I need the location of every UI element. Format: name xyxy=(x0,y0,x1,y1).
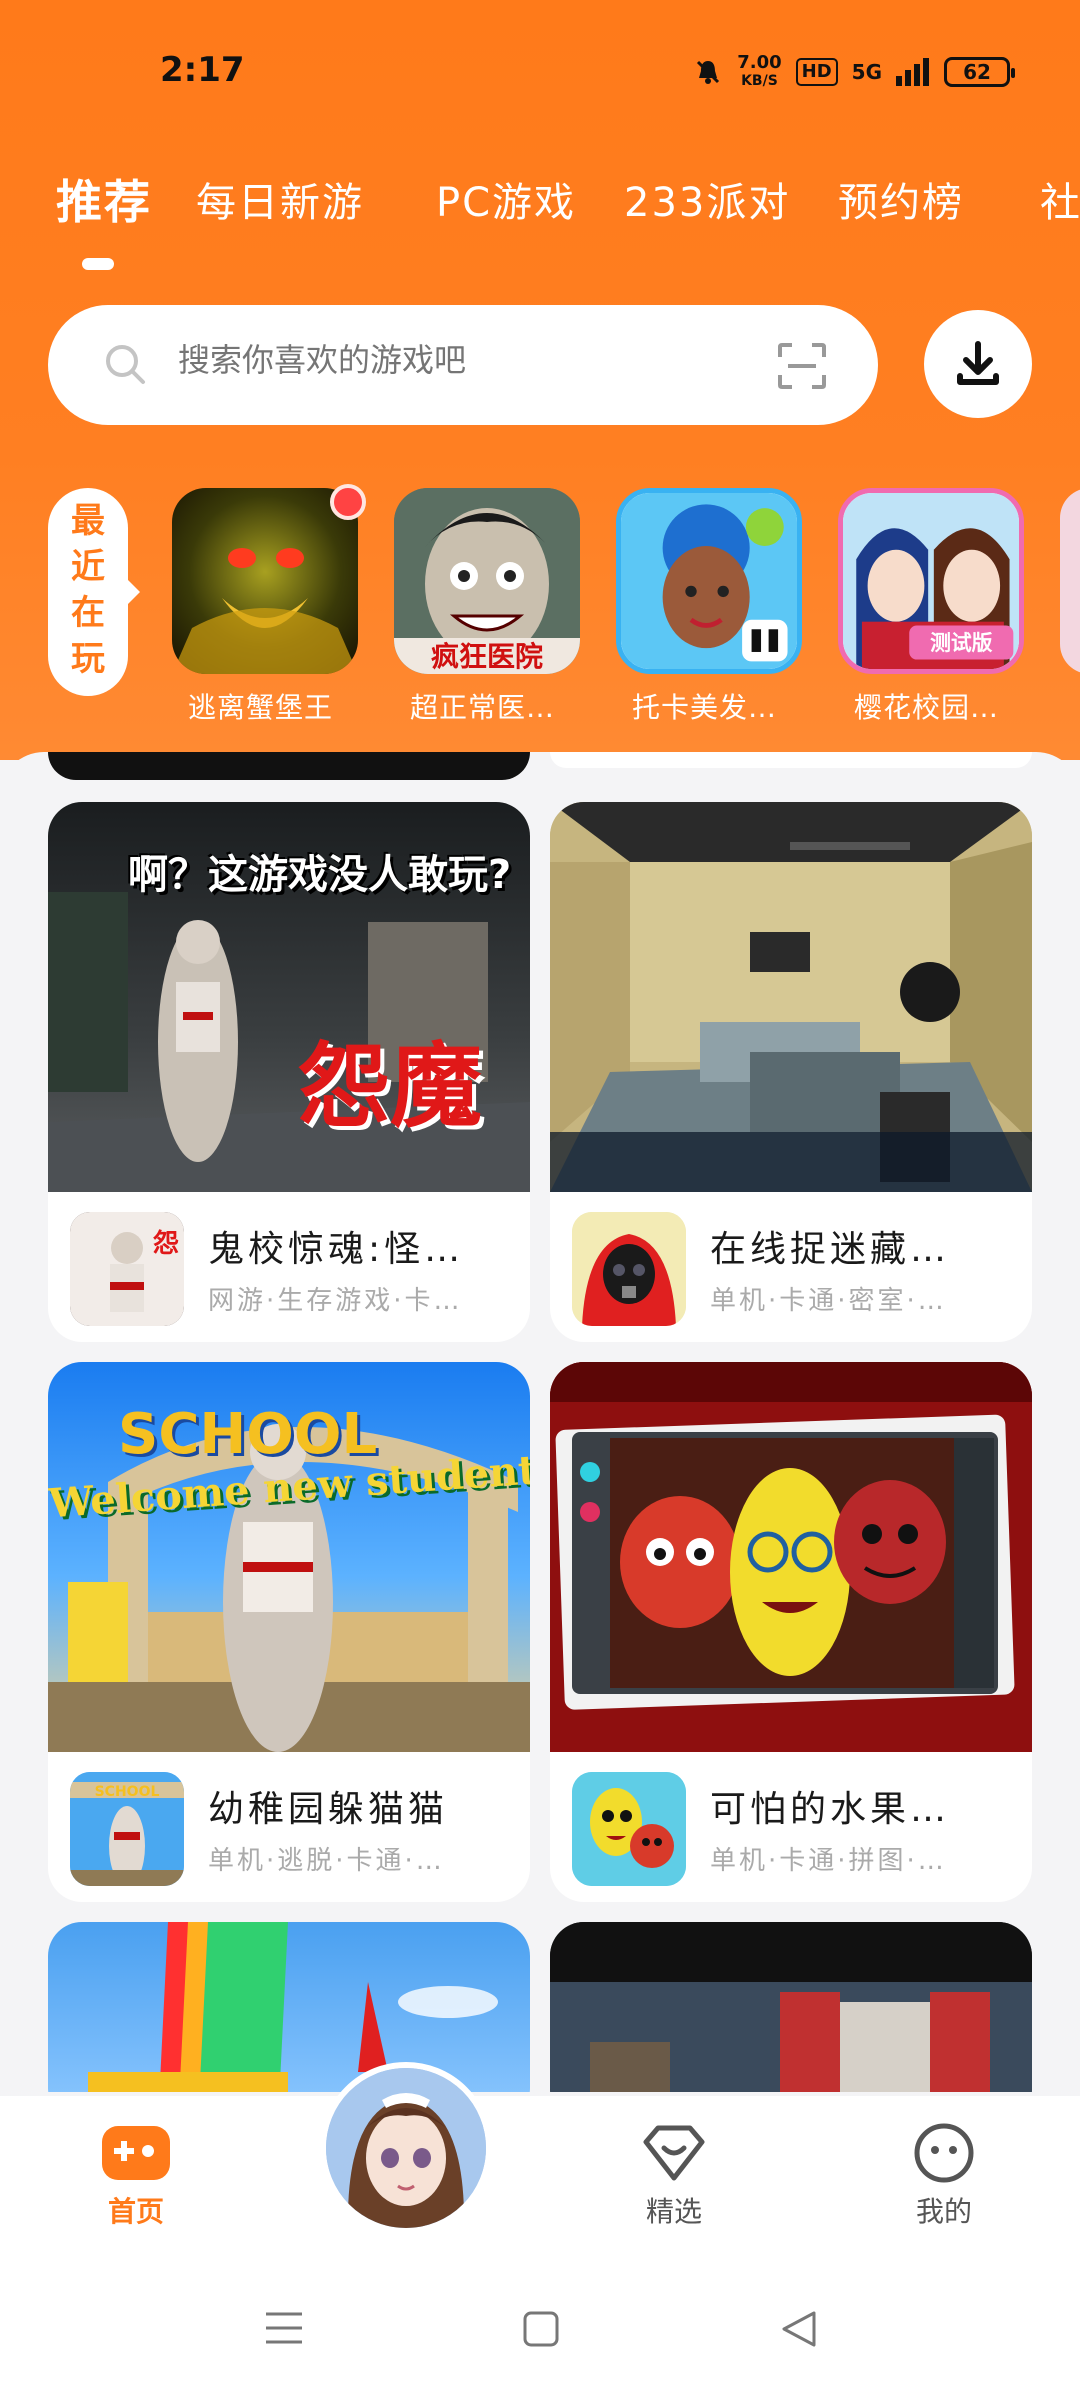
game-cover-image: 啊？这游戏没人敢玩? 怨魔 xyxy=(48,802,530,1192)
tab-indicator xyxy=(82,258,114,270)
tab-community[interactable]: 社 xyxy=(1040,170,1080,228)
signal-label: 5G xyxy=(851,60,882,84)
game-title: 幼稚园躲猫猫 xyxy=(208,1789,449,1830)
svg-text:测试版: 测试版 xyxy=(930,631,993,655)
recent-game[interactable]: 逃离蟹堡王 xyxy=(172,488,362,726)
new-badge-dot xyxy=(330,484,366,520)
game-cover-image xyxy=(48,1922,530,2092)
svg-text:疯狂医院: 疯狂医院 xyxy=(431,640,543,673)
game-icon xyxy=(572,1772,686,1886)
svg-text:怨: 怨 xyxy=(153,1229,179,1259)
tab-pc-games[interactable]: PC游戏 xyxy=(436,170,576,228)
tab-daily-new[interactable]: 每日新游 xyxy=(196,170,364,228)
game-cover-image xyxy=(550,1362,1032,1752)
download-button[interactable] xyxy=(924,310,1032,418)
game-thumbnail: 测试版 xyxy=(838,488,1024,674)
game-title: 在线捉迷藏… xyxy=(710,1229,951,1270)
game-tags: 单机·卡通·拼图·… xyxy=(710,1846,947,1876)
heart-diamond-icon xyxy=(643,2125,705,2181)
hd-badge: HD xyxy=(795,58,838,86)
home-square-icon[interactable] xyxy=(522,2310,560,2348)
search-icon xyxy=(106,345,145,384)
nav-featured-label: 精选 xyxy=(645,2195,702,2228)
search-input[interactable] xyxy=(178,341,698,379)
download-icon xyxy=(957,341,999,385)
status-time: 2:17 xyxy=(160,50,245,90)
system-navigation xyxy=(0,2256,1080,2400)
game-cover-image xyxy=(550,802,1032,1192)
status-bar: 2:17 7.00 KB/S HD 5G 62 xyxy=(0,40,1080,100)
game-icon xyxy=(572,1212,686,1326)
game-card[interactable]: 在线捉迷藏… 单机·卡通·密室·… xyxy=(550,802,1032,1342)
game-title: 可怕的水果… xyxy=(710,1789,951,1830)
nav-featured[interactable]: 精选 xyxy=(604,2122,744,2230)
back-triangle-icon[interactable] xyxy=(780,2310,818,2348)
recent-game-name: 逃离蟹堡王 xyxy=(188,691,334,724)
game-tags: 单机·卡通·密室·… xyxy=(710,1286,947,1316)
game-tags: 单机·逃脱·卡通·… xyxy=(208,1846,445,1876)
game-cover-image xyxy=(550,1922,1032,2092)
scan-icon[interactable] xyxy=(776,341,828,391)
svg-text:SCHOOL: SCHOOL xyxy=(95,1784,160,1800)
game-feed: 啊？这游戏没人敢玩? 怨魔 怨 鬼校惊魂:怪… 网游·生存游戏·卡… 在线捉迷藏… xyxy=(0,752,1080,2092)
game-thumbnail xyxy=(616,488,802,674)
nav-home[interactable]: 首页 xyxy=(66,2122,206,2230)
search-bar[interactable] xyxy=(48,305,878,425)
game-card[interactable] xyxy=(550,1922,1032,2092)
game-card[interactable]: SCHOOL Welcome new students! SCHOOL 幼稚园躲… xyxy=(48,1362,530,1902)
previous-card-edge xyxy=(550,752,1032,768)
game-icon: SCHOOL xyxy=(70,1772,184,1886)
nav-mine[interactable]: 我的 xyxy=(874,2122,1014,2230)
menu-icon[interactable] xyxy=(264,2310,304,2346)
profile-face-icon xyxy=(914,2123,974,2183)
cover-caption: 啊？这游戏没人敢玩? xyxy=(128,852,512,898)
recent-game[interactable]: 测试版 樱花校园… xyxy=(838,488,1028,726)
game-tags: 网游·生存游戏·卡… xyxy=(208,1286,463,1316)
game-icon: 怨 xyxy=(70,1212,184,1326)
recent-game-name: 托卡美发… xyxy=(632,691,778,724)
nav-mine-label: 我的 xyxy=(915,2195,972,2228)
recent-game-name: 樱花校园… xyxy=(854,691,1000,724)
signal-icon xyxy=(896,58,929,86)
game-title: 鬼校惊魂:怪… xyxy=(208,1229,465,1270)
avatar[interactable] xyxy=(320,2062,492,2234)
tab-233-party[interactable]: 233派对 xyxy=(624,170,790,228)
battery-indicator: 62 xyxy=(944,57,1015,87)
net-speed: 7.00 KB/S xyxy=(737,52,782,90)
status-icons: 7.00 KB/S HD 5G 62 xyxy=(693,52,1015,90)
previous-card-edge xyxy=(48,752,530,780)
recent-game[interactable]: 疯狂医院 超正常医… xyxy=(394,488,584,726)
category-tabs: 推荐 每日新游 PC游戏 233派对 预约榜 社 xyxy=(0,160,1080,240)
game-card[interactable] xyxy=(48,1922,530,2092)
recent-game-peek xyxy=(1060,488,1080,674)
game-card[interactable]: 可怕的水果… 单机·卡通·拼图·… xyxy=(550,1362,1032,1902)
cover-title: 怨魔 xyxy=(298,1033,483,1140)
game-thumbnail xyxy=(172,488,358,674)
game-cover-image: SCHOOL Welcome new students! xyxy=(48,1362,530,1752)
game-card[interactable]: 啊？这游戏没人敢玩? 怨魔 怨 鬼校惊魂:怪… 网游·生存游戏·卡… xyxy=(48,802,530,1342)
tab-recommend[interactable]: 推荐 xyxy=(56,166,152,232)
gamepad-icon xyxy=(102,2126,170,2180)
mute-bell-icon xyxy=(697,60,720,84)
tab-preorder-ranking[interactable]: 预约榜 xyxy=(838,170,964,228)
nav-home-label: 首页 xyxy=(107,2195,164,2228)
recently-played-label[interactable]: 最近在玩 xyxy=(48,488,140,696)
cover-sign: SCHOOL xyxy=(118,1402,378,1467)
game-thumbnail: 疯狂医院 xyxy=(394,488,580,674)
bottom-nav: 首页 精选 我的 xyxy=(0,2096,1080,2256)
recent-game[interactable]: 托卡美发… xyxy=(616,488,806,726)
recent-game-name: 超正常医… xyxy=(410,691,556,724)
recently-played: 最近在玩 逃离蟹堡王 疯狂医院 超正常医… 托卡美发… 测试版 樱花校园… xyxy=(0,470,1080,750)
